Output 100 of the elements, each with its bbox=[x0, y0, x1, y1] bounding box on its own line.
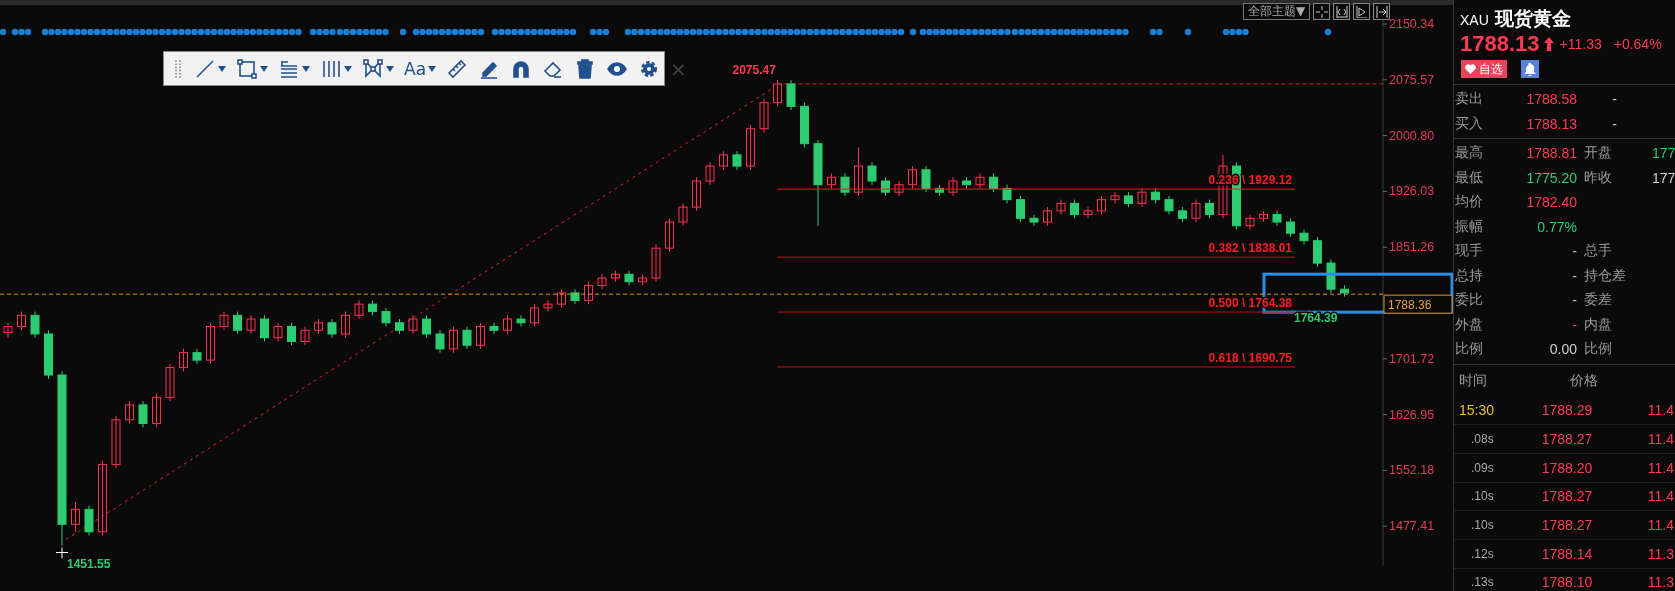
price-axis-label: 2075.57 bbox=[1389, 72, 1435, 87]
theme-dropdown[interactable]: 全部主题▼ bbox=[1243, 3, 1311, 20]
field-value: - bbox=[1571, 243, 1577, 260]
field-label: 委比 bbox=[1454, 291, 1484, 310]
candlestick bbox=[570, 288, 580, 305]
candlestick bbox=[894, 180, 904, 197]
zoom-tool-button[interactable] bbox=[1333, 3, 1351, 20]
table-cell-text: .10s bbox=[1470, 489, 1495, 504]
rectangle-icon bbox=[236, 57, 258, 80]
candlestick bbox=[1164, 195, 1174, 216]
candlestick bbox=[989, 173, 998, 193]
field-label: 委差 bbox=[1584, 291, 1613, 310]
symbol-code: XAU bbox=[1460, 12, 1489, 28]
field-label: 振幅 bbox=[1454, 217, 1484, 236]
field-label: 持仓差 bbox=[1584, 266, 1627, 285]
table-cell-text: .12s bbox=[1470, 546, 1495, 561]
crosshair-tool-button[interactable] bbox=[1313, 3, 1331, 20]
caret-icon bbox=[428, 65, 437, 72]
table-cell-text: 1788.10 bbox=[1540, 574, 1594, 591]
table-cell-text: .08s bbox=[1470, 432, 1495, 447]
table-cell: 11.4 bbox=[1647, 488, 1675, 505]
field-value: - bbox=[1571, 316, 1577, 333]
price-label: 2075.47 bbox=[732, 62, 776, 77]
field-label: 最低 bbox=[1454, 168, 1484, 187]
column-header: 价格 bbox=[1569, 371, 1599, 390]
candlestick bbox=[1070, 199, 1079, 219]
field-label: 均价 bbox=[1454, 193, 1484, 212]
field-value: 0.00 bbox=[1548, 341, 1577, 358]
candlestick bbox=[651, 243, 661, 283]
table-cell: 11.4 bbox=[1647, 402, 1675, 419]
ruler-icon bbox=[446, 57, 469, 80]
candlestick bbox=[665, 217, 674, 253]
candlestick bbox=[759, 98, 769, 133]
candlestick bbox=[921, 165, 931, 193]
candlestick bbox=[287, 322, 296, 346]
candlestick bbox=[1083, 206, 1093, 219]
candlestick bbox=[111, 415, 121, 469]
caret-icon bbox=[260, 65, 268, 72]
event-marker bbox=[0, 28, 7, 36]
price-axis-label: 1626.95 bbox=[1389, 407, 1435, 422]
candlestick bbox=[624, 270, 634, 286]
up-arrow-icon bbox=[1543, 37, 1554, 51]
candlestick bbox=[1191, 199, 1201, 223]
fibonacci-label: 0.618 \ 1690.75 bbox=[1208, 351, 1292, 365]
field-label: 比例 bbox=[1584, 340, 1613, 359]
field-value: 0.77% bbox=[1536, 218, 1577, 235]
candlestick bbox=[530, 303, 539, 327]
candlestick bbox=[678, 202, 688, 227]
candlestick bbox=[867, 161, 877, 186]
candlestick bbox=[192, 348, 202, 365]
price-label: 1451.55 bbox=[67, 556, 111, 571]
current-price-label: 1788.36 bbox=[1388, 298, 1432, 313]
candlestick bbox=[395, 318, 404, 335]
candlestick bbox=[1137, 187, 1147, 208]
candlestick bbox=[1205, 199, 1214, 219]
field-value: 1788.81 bbox=[1525, 145, 1577, 162]
candlestick bbox=[368, 299, 377, 316]
candlestick bbox=[732, 150, 742, 171]
field-value: 1788.58 bbox=[1525, 91, 1577, 108]
watchlist-button[interactable]: 自选 bbox=[1461, 60, 1507, 78]
text-tool-button[interactable]: Aa bbox=[400, 55, 441, 82]
price-label: 1764.39 bbox=[1294, 311, 1338, 326]
bell-icon bbox=[1524, 62, 1536, 76]
candlestick bbox=[1097, 195, 1106, 216]
field-value: 177 bbox=[1652, 169, 1675, 186]
candlestick bbox=[962, 176, 971, 189]
table-cell-text: 1788.27 bbox=[1540, 488, 1594, 505]
end-button[interactable] bbox=[1373, 3, 1391, 20]
candlestick bbox=[354, 299, 364, 320]
table-cell-text: .09s bbox=[1470, 460, 1495, 475]
field-label: 内盘 bbox=[1584, 315, 1613, 334]
play-button[interactable] bbox=[1353, 3, 1371, 20]
table-cell: 11.4 bbox=[1647, 459, 1675, 476]
candlestick bbox=[773, 79, 782, 107]
candlestick bbox=[1002, 184, 1012, 204]
candlestick bbox=[746, 124, 755, 171]
candlestick bbox=[719, 150, 728, 171]
candlestick bbox=[44, 329, 53, 380]
candlestick bbox=[705, 161, 715, 186]
candlestick bbox=[557, 288, 566, 309]
candlestick bbox=[1286, 217, 1295, 238]
field-value: - bbox=[1571, 292, 1577, 309]
price-axis-label: 2150.34 bbox=[1389, 17, 1435, 31]
candlestick bbox=[800, 102, 809, 148]
candlestick bbox=[975, 173, 985, 189]
table-cell: 11.3 bbox=[1647, 574, 1675, 591]
field-value: 1782.40 bbox=[1525, 194, 1577, 211]
alert-button[interactable] bbox=[1521, 60, 1539, 78]
caret-icon bbox=[386, 65, 394, 72]
caret-icon bbox=[218, 65, 226, 72]
candlestick bbox=[1259, 210, 1268, 223]
table-cell-text: 15:30 bbox=[1458, 402, 1496, 419]
table-cell: 11.4 bbox=[1647, 517, 1675, 534]
candlestick bbox=[327, 318, 337, 339]
candlestick bbox=[462, 326, 472, 350]
table-cell: 11.4 bbox=[1647, 431, 1675, 448]
candlestick bbox=[1124, 191, 1133, 208]
instrument-name: 现货黄金 bbox=[1494, 7, 1571, 31]
field-label: 比例 bbox=[1454, 340, 1484, 359]
field-value: - bbox=[1611, 115, 1617, 132]
